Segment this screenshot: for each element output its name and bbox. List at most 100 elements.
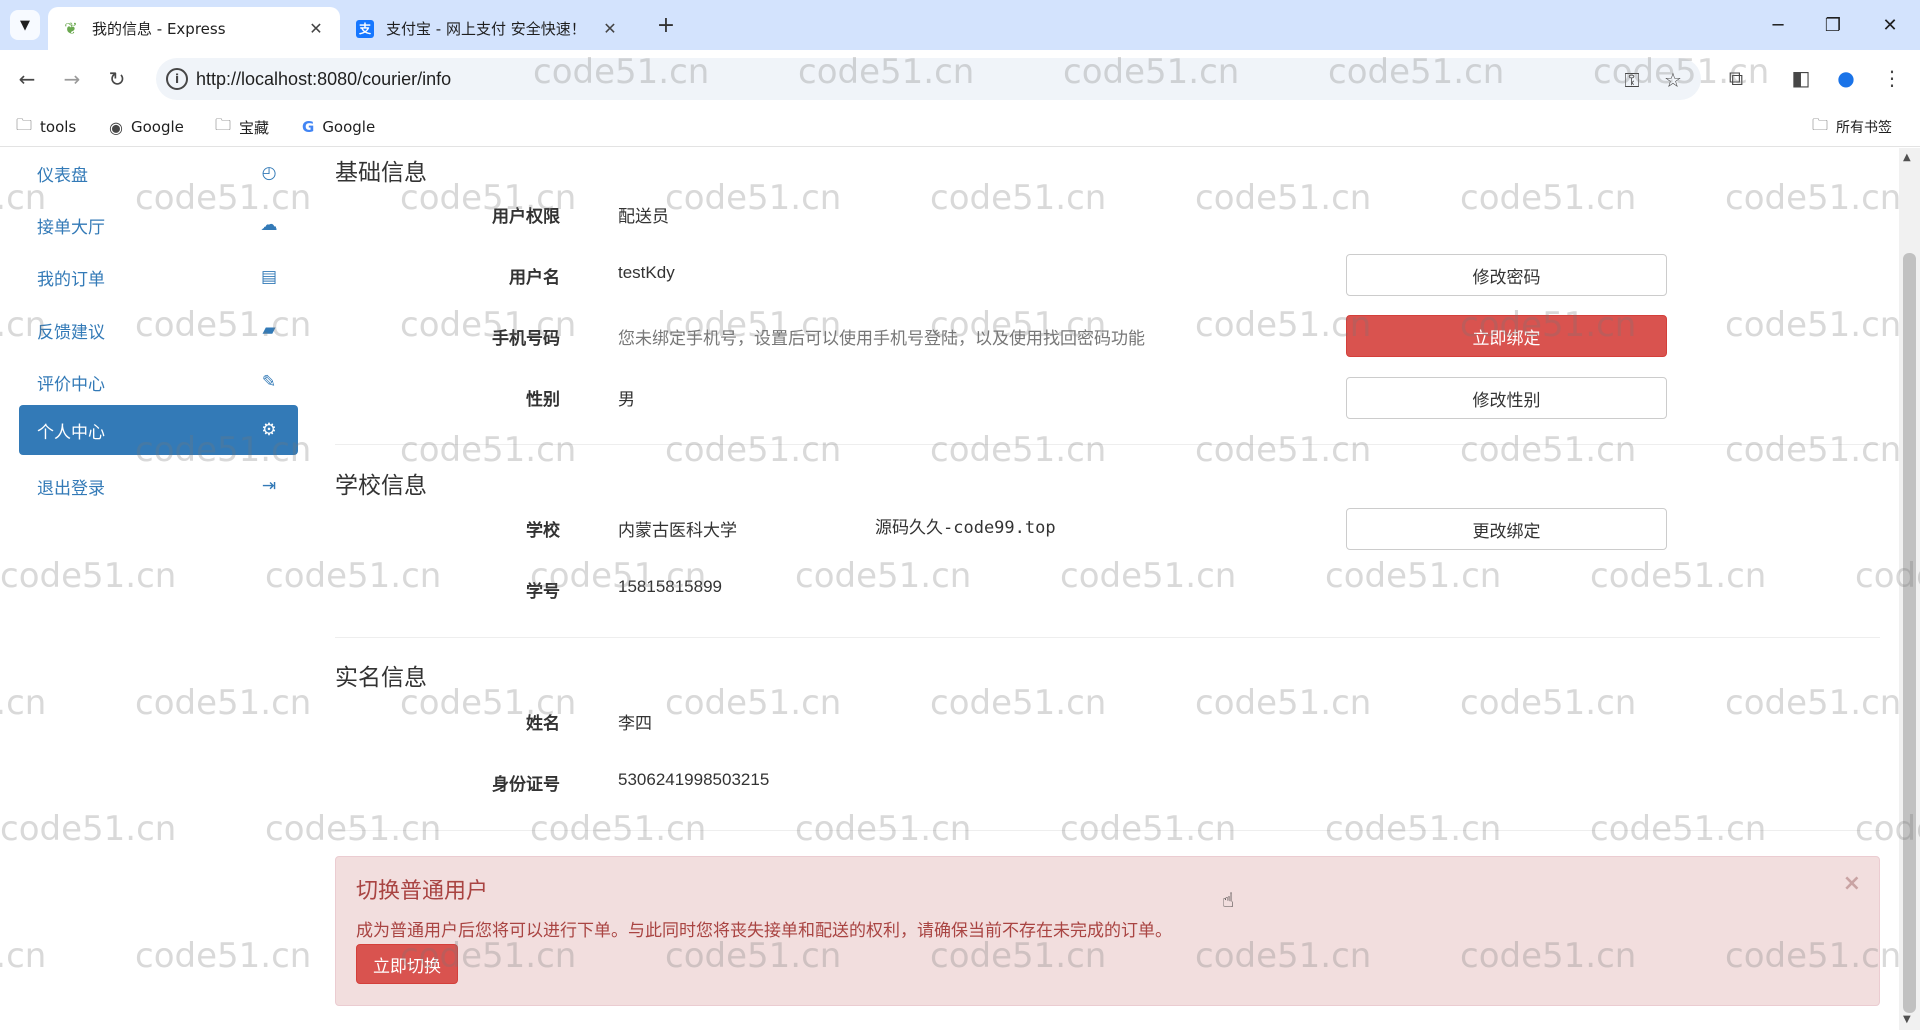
chevron-down-icon: ▼ <box>20 17 30 33</box>
gear-icon: ⚙ <box>261 420 277 440</box>
switch-user-alert: 切换普通用户 × 成为普通用户后您将可以进行下单。与此同时您将丧失接单和配送的权… <box>335 856 1880 1006</box>
gender-label: 性别 <box>526 390 560 410</box>
tab-title: 我的信息 - Express <box>92 20 226 38</box>
page-scrollbar[interactable]: ▲ ▼ <box>1899 148 1920 1030</box>
scroll-up-icon[interactable]: ▲ <box>1903 152 1911 163</box>
cloud-download-icon: ☁ <box>260 215 278 235</box>
browser-toolbar: ← → ↻ i http://localhost:8080/courier/in… <box>0 50 1920 107</box>
all-bookmarks[interactable]: 🗀 所有书签 <box>1812 115 1892 139</box>
section-title-school: 学校信息 <box>335 473 427 499</box>
globe-icon: ◉ <box>109 117 123 137</box>
folder-icon: 🗀 <box>1812 114 1829 134</box>
name-label: 姓名 <box>526 714 560 734</box>
hand-cursor-icon: ☝ <box>1222 888 1235 912</box>
scroll-thumb[interactable] <box>1903 253 1916 1013</box>
sidebar-item-logout[interactable]: 退出登录 ⇥ <box>19 461 298 511</box>
scroll-down-icon[interactable]: ▼ <box>1903 1014 1911 1025</box>
section-divider <box>335 444 1880 445</box>
id-number-label: 身份证号 <box>492 775 560 795</box>
sidebar-item-reviews[interactable]: 评价中心 ✎ <box>19 357 298 407</box>
page-viewport: 仪表盘 ◴ 接单大厅 ☁ 我的订单 ▤ 反馈建议 ▰ 评价中心 ✎ 个人中心 ⚙… <box>0 148 1920 1030</box>
section-divider <box>335 637 1880 638</box>
list-icon: ▤ <box>260 267 278 287</box>
extensions-icon[interactable]: ⧉ <box>1721 63 1751 93</box>
bookmark-star-icon[interactable]: ☆ <box>1660 67 1686 93</box>
student-no-label: 学号 <box>526 582 560 602</box>
back-arrow-icon[interactable]: ← <box>12 64 42 94</box>
more-menu-icon[interactable]: ⋮ <box>1877 63 1907 93</box>
sidebar-item-my-orders[interactable]: 我的订单 ▤ <box>19 252 298 302</box>
close-icon[interactable]: ✕ <box>306 19 326 38</box>
window-close-button[interactable]: ✕ <box>1870 10 1910 40</box>
sidebar-item-label: 接单大厅 <box>37 217 105 238</box>
folder-icon: 🗀 <box>215 114 232 134</box>
switch-now-button[interactable]: 立即切换 <box>356 944 458 984</box>
browser-tab-bar: ▼ ❦ 我的信息 - Express ✕ 支 支付宝 - 网上支付 安全快速！ … <box>0 0 1920 50</box>
reload-icon[interactable]: ↻ <box>102 64 132 94</box>
id-number-value: 5306241998503215 <box>618 770 770 789</box>
all-bookmarks-label: 所有书签 <box>1836 120 1893 136</box>
alert-text: 成为普通用户后您将可以进行下单。与此同时您将丧失接单和配送的权利，请确保当前不存… <box>356 921 1172 941</box>
password-key-icon[interactable]: ⚿ <box>1619 67 1645 93</box>
google-icon: G <box>302 118 315 136</box>
sidebar-item-label: 个人中心 <box>37 422 105 443</box>
role-label: 用户权限 <box>492 207 560 227</box>
new-tab-button[interactable]: + <box>652 11 680 39</box>
minimize-button[interactable]: ─ <box>1758 10 1798 40</box>
change-school-button[interactable]: 更改绑定 <box>1346 508 1667 550</box>
bookmark-label: Google <box>130 118 184 136</box>
bookmark-label: Google <box>322 118 376 136</box>
phone-value: 您未绑定手机号，设置后可以使用手机号登陆，以及使用找回密码功能 <box>618 329 1145 349</box>
sidebar-item-label: 反馈建议 <box>37 322 105 343</box>
alert-title: 切换普通用户 <box>356 879 489 904</box>
section-title-realname: 实名信息 <box>335 665 427 691</box>
sidebar-item-label: 评价中心 <box>37 374 105 395</box>
section-divider <box>335 830 1880 831</box>
comment-icon: ▰ <box>262 320 276 340</box>
bind-phone-button[interactable]: 立即绑定 <box>1346 315 1667 357</box>
tab-alipay[interactable]: 支 支付宝 - 网上支付 安全快速！ ✕ <box>342 7 634 50</box>
main-content: 基础信息 用户权限 配送员 用户名 testKdy 修改密码 手机号码 您未绑定… <box>335 148 1880 1030</box>
school-label: 学校 <box>526 521 560 541</box>
change-gender-button[interactable]: 修改性别 <box>1346 377 1667 419</box>
forward-arrow-icon[interactable]: → <box>57 64 87 94</box>
restore-button[interactable]: ❐ <box>1813 10 1853 40</box>
tab-search-button[interactable]: ▼ <box>10 10 40 40</box>
student-no-value: 15815815899 <box>618 577 723 596</box>
sidebar-item-personal-center[interactable]: 个人中心 ⚙ <box>19 405 298 455</box>
profile-avatar-icon[interactable]: ● <box>1831 63 1861 93</box>
gender-value: 男 <box>618 390 635 409</box>
close-icon[interactable]: ✕ <box>600 19 620 38</box>
username-label: 用户名 <box>509 268 560 288</box>
school-value: 内蒙古医科大学 <box>618 521 737 540</box>
edit-icon: ✎ <box>261 372 277 392</box>
sidebar: 仪表盘 ◴ 接单大厅 ☁ 我的订单 ▤ 反馈建议 ▰ 评价中心 ✎ 个人中心 ⚙… <box>0 148 310 1030</box>
username-value: testKdy <box>618 263 675 282</box>
bookmarks-bar: 🗀 tools ◉ Google 🗀 宝藏 G Google 🗀 所有书签 <box>0 107 1920 147</box>
bookmark-google-2[interactable]: G Google <box>302 115 375 139</box>
url-text[interactable]: http://localhost:8080/courier/info <box>196 69 451 90</box>
leaf-icon: ❦ <box>64 19 78 38</box>
bookmark-treasure[interactable]: 🗀 宝藏 <box>215 115 269 139</box>
change-password-button[interactable]: 修改密码 <box>1346 254 1667 296</box>
sidebar-item-label: 我的订单 <box>37 269 105 290</box>
site-info-icon[interactable]: i <box>166 68 188 90</box>
bookmark-tools[interactable]: 🗀 tools <box>16 115 76 139</box>
sidebar-item-label: 退出登录 <box>37 478 105 499</box>
bookmark-label: tools <box>40 118 77 136</box>
dashboard-icon: ◴ <box>261 163 277 183</box>
side-panel-icon[interactable]: ◧ <box>1786 63 1816 93</box>
sidebar-item-order-hall[interactable]: 接单大厅 ☁ <box>19 200 298 250</box>
sidebar-item-dashboard[interactable]: 仪表盘 ◴ <box>19 148 298 198</box>
tab-title: 支付宝 - 网上支付 安全快速！ <box>386 20 586 38</box>
bookmark-label: 宝藏 <box>239 118 270 137</box>
alipay-icon: 支 <box>356 19 374 38</box>
tab-my-info[interactable]: ❦ 我的信息 - Express ✕ <box>48 7 340 50</box>
sidebar-item-feedback[interactable]: 反馈建议 ▰ <box>19 305 298 355</box>
address-bar[interactable]: i http://localhost:8080/courier/info ⚿ ☆ <box>156 58 1701 100</box>
bookmark-google[interactable]: ◉ Google <box>109 115 184 139</box>
source-note: 源码久久-code99.top <box>875 518 1056 538</box>
phone-label: 手机号码 <box>492 329 560 349</box>
close-icon[interactable]: × <box>1843 871 1861 896</box>
logout-icon: ⇥ <box>261 476 277 496</box>
